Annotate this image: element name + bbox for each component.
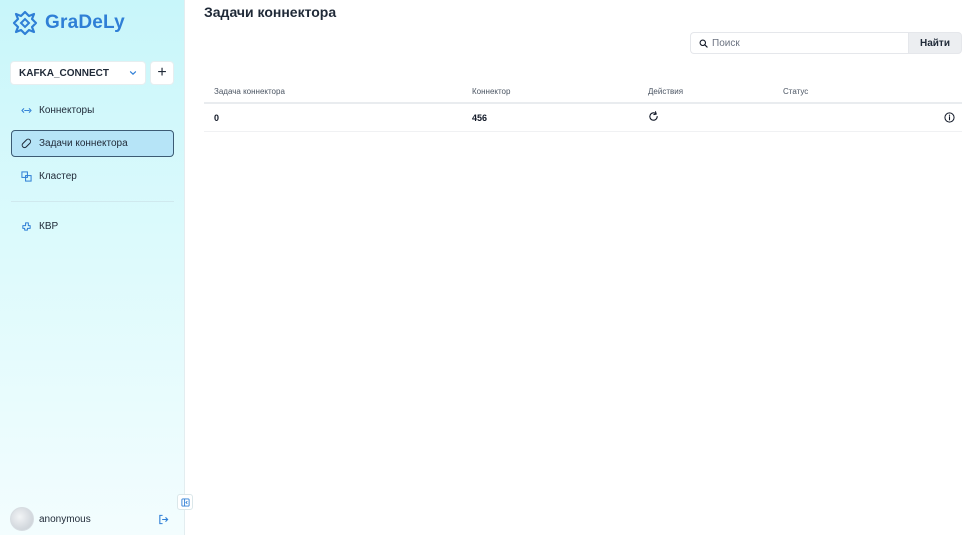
- search-button[interactable]: Найти: [908, 32, 962, 54]
- cluster-icon: [21, 171, 32, 182]
- search-field[interactable]: [690, 32, 908, 54]
- search-bar: Найти: [690, 32, 962, 54]
- connector-icon: [21, 108, 32, 113]
- brand-name: GraDeLy: [45, 12, 125, 33]
- connector-cell: 456: [472, 112, 488, 123]
- column-header-actions: Действия: [648, 86, 684, 96]
- add-cluster-button[interactable]: +: [150, 61, 174, 85]
- sidebar-item-kvr[interactable]: КВР: [11, 213, 174, 240]
- cluster-select[interactable]: KAFKA_CONNECT: [10, 61, 146, 85]
- user-profile[interactable]: anonymous: [10, 507, 91, 531]
- task-cell: 0: [214, 112, 220, 123]
- sidebar-item-label: Коннекторы: [39, 105, 95, 116]
- sidebar-item-connectors[interactable]: Коннекторы: [11, 97, 174, 124]
- tasks-table: Задача коннектора Коннектор Действия Ста…: [204, 80, 962, 132]
- chevron-down-icon: [129, 71, 137, 76]
- collapse-sidebar-icon: [180, 497, 190, 507]
- main-content: Задачи коннектора Найти Задача коннектор…: [185, 0, 974, 535]
- logo[interactable]: GraDeLy: [12, 10, 125, 36]
- column-header-task[interactable]: Задача коннектора: [214, 87, 285, 96]
- sidebar-item-connector-tasks[interactable]: Задачи коннектора: [11, 130, 174, 157]
- page-title: Задачи коннектора: [204, 4, 337, 20]
- app: GraDeLy KAFKA_CONNECT + Коннекторы Задач…: [0, 0, 974, 535]
- cluster-row: KAFKA_CONNECT +: [10, 61, 174, 85]
- cluster-select-value: KAFKA_CONNECT: [19, 67, 109, 79]
- sidebar-item-label: КВР: [39, 221, 59, 232]
- search-input[interactable]: [712, 37, 902, 49]
- column-header-connector[interactable]: Коннектор: [472, 87, 510, 96]
- sidebar-nav: Коннекторы Задачи коннектора Кластер: [11, 97, 174, 196]
- table-row: 0 456: [204, 104, 962, 132]
- sidebar-item-label: Задачи коннектора: [39, 138, 128, 149]
- username: anonymous: [39, 513, 91, 525]
- sidebar-item-label: Кластер: [39, 171, 77, 182]
- gradely-logo-icon: [12, 10, 38, 36]
- search-icon: [699, 39, 708, 48]
- info-icon[interactable]: [944, 112, 955, 123]
- nav-divider: [11, 201, 174, 202]
- puzzle-icon: [22, 222, 31, 231]
- actions-cell: [648, 111, 659, 124]
- sidebar-item-cluster[interactable]: Кластер: [11, 163, 174, 190]
- avatar: [10, 507, 34, 531]
- link-icon: [21, 138, 32, 149]
- sidebar-nav-secondary: КВР: [11, 213, 174, 246]
- column-header-status: Статус: [783, 86, 809, 96]
- sidebar: GraDeLy KAFKA_CONNECT + Коннекторы Задач…: [0, 0, 185, 535]
- collapse-sidebar-button[interactable]: [177, 494, 193, 510]
- refresh-icon[interactable]: [648, 111, 659, 122]
- table-header: Задача коннектора Коннектор Действия Ста…: [204, 80, 962, 104]
- logout-icon[interactable]: [158, 514, 169, 525]
